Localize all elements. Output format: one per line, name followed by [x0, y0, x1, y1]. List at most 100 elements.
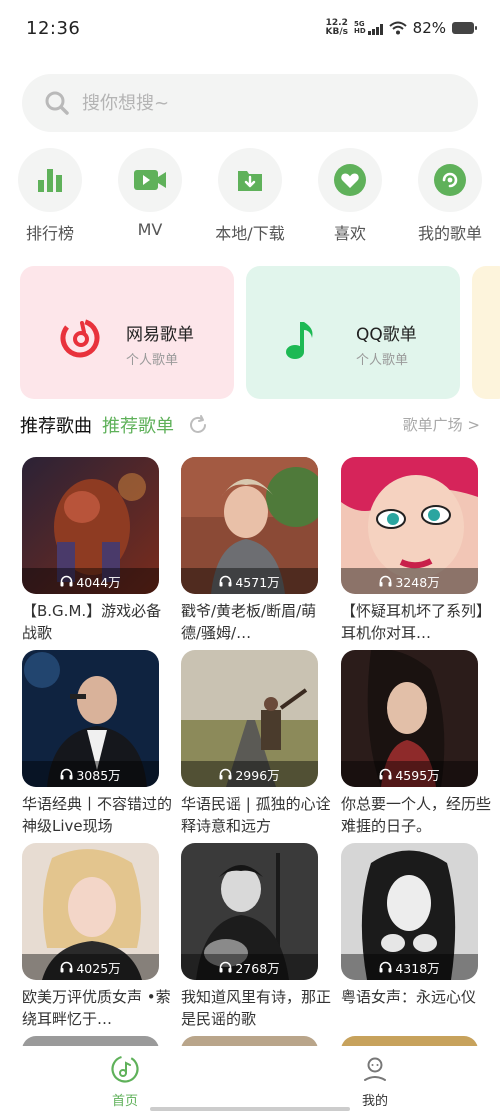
playlist-title[interactable]: 粤语女声：永远心仪	[341, 986, 491, 1030]
bottom-nav: 首页 我的	[0, 1046, 500, 1115]
play-count: 4571万	[181, 568, 318, 594]
playlist-title[interactable]: 戳爷/黄老板/断眉/萌德/骚姆/…	[181, 600, 331, 644]
play-count-value: 2768万	[235, 960, 280, 976]
playlist-card[interactable]: 4044万 【B.G.M.】游戏必备战歌	[22, 457, 162, 644]
card-qq-playlists[interactable]: QQ歌单 个人歌单	[246, 266, 460, 399]
netease-logo-icon	[60, 318, 100, 358]
playlist-title[interactable]: 我知道风里有诗，那正是民谣的歌	[181, 986, 331, 1030]
playlist-cover[interactable]: 3248万	[341, 457, 478, 594]
nav-label-local-download: 本地/下载	[215, 224, 285, 243]
signal-label-bottom: HD	[353, 27, 366, 35]
headphones-icon	[379, 575, 392, 587]
bottom-tab-mine[interactable]: 我的	[335, 1054, 415, 1109]
home-indicator[interactable]	[150, 1107, 350, 1111]
video-icon	[134, 170, 166, 190]
play-count-value: 4044万	[76, 574, 121, 590]
download-folder-icon	[238, 171, 262, 191]
playlist-plaza-link[interactable]: 歌单广场 >	[403, 414, 480, 435]
headphones-icon	[219, 768, 232, 780]
playlist-card[interactable]: 4571万 戳爷/黄老板/断眉/萌德/骚姆/…	[181, 457, 321, 644]
card-netease-subtitle: 个人歌单	[126, 353, 179, 368]
playlist-card[interactable]: 4318万 粤语女声：永远心仪	[341, 843, 481, 1030]
battery-icon	[452, 22, 477, 34]
play-count: 4595万	[341, 761, 478, 787]
playlist-cover[interactable]: 2996万	[181, 650, 318, 787]
play-count: 4318万	[341, 954, 478, 980]
play-count-value: 3248万	[395, 574, 440, 590]
playlist-cover[interactable]: 4595万	[341, 650, 478, 787]
nav-label-favorites: 喜欢	[333, 224, 366, 243]
playlist-title[interactable]: 【怀疑耳机坏了系列】耳机你对耳…	[341, 600, 491, 644]
nav-item-local-download[interactable]: 本地/下载	[205, 148, 295, 244]
card-partial-next[interactable]	[472, 266, 500, 399]
tab-recommended-playlists[interactable]: 推荐歌单	[102, 412, 174, 438]
card-netease-title: 网易歌单	[126, 325, 194, 345]
play-count: 3248万	[341, 568, 478, 594]
playlist-card[interactable]: 2768万 我知道风里有诗，那正是民谣的歌	[181, 843, 331, 1030]
playlist-card[interactable]: 4025万 欧美万评优质女声 •萦绕耳畔忆于…	[22, 843, 171, 1030]
home-music-icon	[111, 1055, 139, 1083]
search-bar[interactable]	[22, 74, 478, 132]
playlist-card[interactable]: 2996万 华语民谣 | 孤独的心诠释诗意和远方	[181, 650, 331, 837]
search-input[interactable]	[82, 92, 422, 114]
nav-item-mv[interactable]: MV	[105, 148, 195, 239]
bottom-tab-home[interactable]: 首页	[85, 1054, 165, 1109]
playlist-title[interactable]: 华语民谣 | 孤独的心诠释诗意和远方	[181, 793, 331, 837]
headphones-icon	[60, 961, 73, 973]
signal-icon: 5G HD	[354, 21, 383, 35]
status-icons: 12.2 KB/s 5G HD 82%	[326, 19, 477, 37]
playlist-title[interactable]: 【B.G.M.】游戏必备战歌	[22, 600, 172, 644]
playlist-title[interactable]: 欧美万评优质女声 •萦绕耳畔忆于…	[22, 986, 172, 1030]
play-count-value: 4318万	[395, 960, 440, 976]
nav-label-mv: MV	[137, 220, 163, 239]
play-count-value: 2996万	[235, 767, 280, 783]
playlist-card[interactable]: 3248万 【怀疑耳机坏了系列】耳机你对耳…	[341, 457, 491, 644]
heart-icon	[334, 164, 366, 196]
playlist-cover[interactable]: 4025万	[22, 843, 159, 980]
headphones-icon	[60, 575, 73, 587]
tab-recommended-songs[interactable]: 推荐歌曲	[20, 412, 92, 438]
nav-label-rankings: 排行榜	[25, 224, 74, 243]
card-qq-title: QQ歌单	[356, 325, 417, 345]
headphones-icon	[60, 768, 73, 780]
playlist-title[interactable]: 你总要一个人，经历些难捱的日子。	[341, 793, 491, 837]
play-count: 4025万	[22, 954, 159, 980]
play-count: 2996万	[181, 761, 318, 787]
nav-label-my-playlists: 我的歌单	[417, 224, 482, 243]
card-qq-subtitle: 个人歌单	[356, 353, 409, 368]
status-bar: 12:36 12.2 KB/s 5G HD 82%	[0, 0, 500, 58]
user-icon	[364, 1057, 386, 1081]
net-speed-unit: KB/s	[325, 27, 348, 37]
headphones-icon	[379, 961, 392, 973]
nav-item-my-playlists[interactable]: 我的歌单	[405, 148, 495, 244]
play-count-value: 4571万	[235, 574, 280, 590]
play-count-value: 4595万	[395, 767, 440, 783]
playlist-card[interactable]: 4595万 你总要一个人，经历些难捱的日子。	[341, 650, 491, 837]
headphones-icon	[379, 768, 392, 780]
card-netease-playlists[interactable]: 网易歌单 个人歌单	[20, 266, 234, 399]
status-time: 12:36	[26, 18, 81, 39]
playlist-cover[interactable]: 4571万	[181, 457, 318, 594]
search-icon	[45, 91, 69, 115]
quick-nav: 排行榜 MV 本地/下载 喜欢 我的歌单	[0, 148, 500, 248]
playlist-cover[interactable]: 4318万	[341, 843, 478, 980]
playlist-title[interactable]: 华语经典丨不容错过的神级Live现场	[22, 793, 172, 837]
playlist-cover[interactable]: 3085万	[22, 650, 159, 787]
nav-item-rankings[interactable]: 排行榜	[5, 148, 95, 244]
bar-chart-icon	[38, 169, 62, 192]
playlist-card[interactable]: 3085万 华语经典丨不容错过的神级Live现场	[22, 650, 172, 837]
headphones-icon	[219, 575, 232, 587]
play-count: 2768万	[181, 954, 318, 980]
playlist-cover[interactable]: 2768万	[181, 843, 318, 980]
nav-item-favorites[interactable]: 喜欢	[305, 148, 395, 244]
headphones-icon	[219, 961, 232, 973]
play-count-value: 4025万	[76, 960, 121, 976]
wifi-icon	[388, 21, 407, 35]
play-count-value: 3085万	[76, 767, 121, 783]
playlist-cover[interactable]: 4044万	[22, 457, 159, 594]
qq-music-logo-icon	[286, 322, 313, 359]
network-speed: 12.2 KB/s	[326, 19, 348, 37]
battery-percent: 82%	[412, 19, 446, 37]
refresh-icon[interactable]	[187, 414, 209, 436]
disc-icon	[434, 164, 466, 196]
